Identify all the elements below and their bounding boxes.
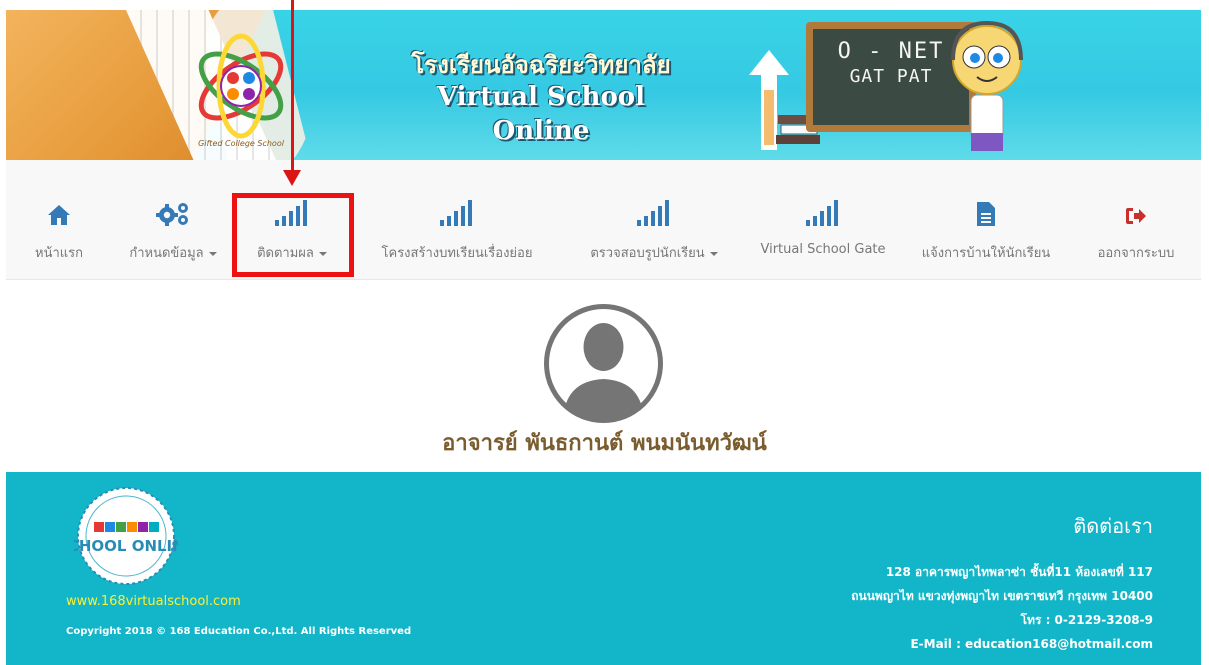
address-line-2: ถนนพญาไท แขวงทุ่งพญาไท เขตราชเทวี กรุงเท… [851,589,1153,603]
nav-logout-label: ออกจากระบบ [1097,246,1175,261]
school-name-thai: โรงเรียนอัจฉริยะวิทยาลัย [411,50,671,79]
nav-check-student-photos-label: ตรวจสอบรูปนักเรียน [590,246,705,261]
annotation-arrow-head [283,170,301,186]
svg-text:SCHOOL ONLINE: SCHOOL ONLINE [74,537,178,555]
school-online-logo: SCHOOL ONLINE [74,487,178,585]
site-url-link[interactable]: www.168virtualschool.com [66,594,241,609]
nav-virtual-school-gate[interactable]: Virtual School Gate [748,160,898,279]
nav-home[interactable]: หน้าแรก [28,160,90,279]
user-avatar-icon [544,304,663,423]
sign-out-icon [1084,200,1188,226]
annotation-highlight-box [232,193,354,277]
address-line-1: 128 อาคารพญาไทพลาซ่า ชั้นที่11 ห้องเลขที… [885,565,1153,579]
footer: SCHOOL ONLINE www.168virtualschool.com C… [6,472,1201,665]
chevron-down-icon [709,251,718,256]
nav-homework[interactable]: แจ้งการบ้านให้นักเรียน [902,160,1070,279]
nav-homework-label: แจ้งการบ้านให้นักเรียน [921,246,1051,261]
email-address[interactable]: E-Mail : education168@hotmail.com [851,632,1153,656]
banner-title: โรงเรียนอัจฉริยะวิทยาลัย Virtual School … [391,50,691,148]
header-banner: Gifted College School โรงเรียนอัจฉริยะวิ… [6,10,1201,160]
document-icon [902,200,1070,226]
chevron-down-icon [208,251,217,256]
nav-virtual-school-gate-label: Virtual School Gate [760,242,886,257]
school-name-english: Virtual School Online [436,82,646,146]
phone-number: โทร : 0-2129-3208-9 [1020,613,1153,627]
contact-heading: ติดต่อเรา [1073,514,1153,538]
home-icon [28,200,90,226]
signal-bars-icon [564,200,744,226]
contact-section: ติดต่อเรา 128 อาคารพญาไทพลาซ่า ชั้นที่11… [851,510,1153,656]
gifted-college-school-logo: Gifted College School [198,33,285,148]
main-navbar: หน้าแรก กำหนดข้อมูล ติดตามผล โครงสร้างบท… [6,160,1201,280]
copyright-text: Copyright 2018 © 168 Education Co.,Ltd. … [66,626,412,637]
nav-lesson-structure-label: โครงสร้างบทเรียนเรื่องย่อย [381,246,533,261]
svg-text:Gifted College School: Gifted College School [198,139,285,148]
nav-logout[interactable]: ออกจากระบบ [1084,160,1188,279]
annotation-arrow-line [291,0,294,172]
mascot-graphic [951,20,1023,151]
signal-bars-icon [364,200,550,226]
nav-settings[interactable]: กำหนดข้อมูล [114,160,232,279]
nav-lesson-structure[interactable]: โครงสร้างบทเรียนเรื่องย่อย [364,160,550,279]
gears-icon [114,200,232,226]
signal-bars-icon [748,200,898,226]
nav-check-student-photos[interactable]: ตรวจสอบรูปนักเรียน [564,160,744,279]
teacher-name: อาจารย์ พันธกานต์ พนมนันทวัฒน์ [442,431,767,456]
nav-settings-label: กำหนดข้อมูล [129,246,204,261]
nav-home-label: หน้าแรก [35,246,83,261]
